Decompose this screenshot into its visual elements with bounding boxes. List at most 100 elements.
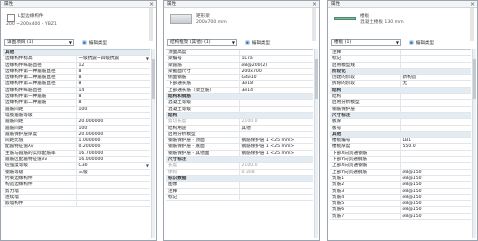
property-value[interactable]: ⌀8@150 xyxy=(401,182,472,187)
property-value[interactable] xyxy=(401,119,472,124)
property-value[interactable]: ⌀8@200(2) xyxy=(240,63,314,68)
property-value[interactable] xyxy=(401,126,472,131)
property-name: 上部通长筋（架立筋） xyxy=(166,87,240,94)
property-value[interactable]: 钢筋保护层 1 <25 mm> xyxy=(240,144,314,149)
properties-scrollbar[interactable] xyxy=(151,49,155,238)
close-icon[interactable]: × xyxy=(149,1,154,8)
property-value[interactable] xyxy=(77,189,151,194)
property-value[interactable]: 100 xyxy=(77,126,151,131)
property-value[interactable] xyxy=(240,182,314,187)
instance-filter-select[interactable]: 详图项目 (1) ▼ xyxy=(4,39,74,46)
instance-filter-value: 详图项目 (1) xyxy=(7,40,34,45)
property-value[interactable]: ⌀8@150 xyxy=(401,207,472,212)
property-value[interactable]: 14 xyxy=(77,88,151,93)
property-value[interactable]: 2100.0 xyxy=(240,119,314,124)
property-value[interactable] xyxy=(77,201,151,206)
property-row[interactable]: 标记 xyxy=(166,194,314,202)
type-family-name: 楼板 xyxy=(360,14,370,19)
property-value[interactable]: 200x700 xyxy=(240,69,314,74)
edit-type-button[interactable]: ▣ 编辑类型 xyxy=(409,40,434,46)
property-value[interactable]: ⌀8@150 xyxy=(401,189,472,194)
property-value[interactable]: 8 xyxy=(77,75,151,80)
property-row[interactable]: 嵌墙构件 xyxy=(3,201,151,208)
property-value[interactable]: 3⌀14 xyxy=(240,88,314,93)
property-value[interactable] xyxy=(240,195,314,200)
property-value[interactable]: 8 xyxy=(77,69,151,74)
property-value[interactable] xyxy=(240,50,314,55)
property-value[interactable] xyxy=(401,151,472,156)
property-value[interactable] xyxy=(240,107,314,112)
property-value[interactable]: LB1 xyxy=(401,138,472,143)
property-name: 箍筋保护层厚度 xyxy=(3,131,77,138)
property-value[interactable]: 0.308 xyxy=(240,170,314,175)
property-value[interactable]: ⌀8@150 xyxy=(401,214,472,219)
property-value[interactable]: 20.000000 xyxy=(77,132,151,137)
property-name: 间距比值 xyxy=(3,138,77,144)
instance-filter-select[interactable]: 楼板 (1) ▼ xyxy=(331,39,401,46)
property-value[interactable] xyxy=(240,189,314,194)
property-value[interactable]: 其他 xyxy=(240,126,314,131)
property-value[interactable]: 1.000000 xyxy=(77,138,151,143)
property-value[interactable] xyxy=(240,100,314,105)
properties-scrollbar[interactable] xyxy=(314,49,318,238)
close-icon[interactable]: × xyxy=(312,1,317,8)
property-value[interactable] xyxy=(401,163,472,168)
property-value[interactable]: 三级 xyxy=(77,170,151,175)
property-value[interactable]: 16.000000 xyxy=(77,157,151,162)
property-name: 注释 xyxy=(166,188,240,194)
type-selector-scrollbar[interactable] xyxy=(312,8,316,41)
panel-title: 属性 xyxy=(167,2,177,7)
property-value[interactable] xyxy=(77,182,151,187)
close-icon[interactable]: × xyxy=(470,1,475,8)
property-value[interactable]: 2100.0 xyxy=(240,163,314,168)
type-selector-scrollbar[interactable] xyxy=(149,8,153,41)
edit-type-button[interactable]: ▣ 编辑类型 xyxy=(245,40,270,46)
property-value[interactable] xyxy=(401,63,472,68)
property-value[interactable]: 20.000000 xyxy=(77,119,151,124)
property-value[interactable] xyxy=(77,195,151,200)
property-value[interactable]: 新构造 xyxy=(401,75,472,80)
property-value[interactable] xyxy=(401,157,472,162)
property-value[interactable]: 8 xyxy=(77,81,151,86)
property-value[interactable] xyxy=(401,56,472,61)
property-value[interactable]: 0.200000 xyxy=(77,144,151,149)
scrollbar-thumb[interactable] xyxy=(152,59,155,99)
property-value[interactable] xyxy=(401,100,472,105)
type-selector[interactable]: L型边缘构件 200 ~200x400 - YBZ1 xyxy=(1,8,156,41)
type-selector[interactable]: 矩形梁 200x700 mm xyxy=(164,8,319,41)
properties-scrollbar[interactable] xyxy=(472,49,476,238)
instance-filter-select[interactable]: 结构框架 (其他) (1) ▼ xyxy=(167,39,237,46)
property-value[interactable]: 1L7a xyxy=(240,56,314,61)
property-value[interactable]: ⌀8@150 xyxy=(401,201,472,206)
property-name: 注释 xyxy=(330,50,401,56)
property-value[interactable]: 12 xyxy=(77,63,151,68)
property-value[interactable]: 8 xyxy=(77,94,151,99)
property-value[interactable]: 550.0 xyxy=(401,144,472,149)
edit-type-button[interactable]: ▣ 编辑类型 xyxy=(82,40,107,46)
property-value[interactable]: C30 xyxy=(77,163,151,168)
property-value[interactable]: 8 xyxy=(77,100,151,105)
scrollbar-thumb[interactable] xyxy=(473,59,476,99)
type-selector[interactable]: 楼板 混凝土楼板 130 mm xyxy=(328,8,477,41)
property-value[interactable]: 3⌀18 xyxy=(240,81,314,86)
property-value[interactable]: ⌀8@150 xyxy=(401,176,472,181)
property-name: 约束边缘构件 xyxy=(3,175,77,182)
property-value[interactable] xyxy=(77,176,151,181)
property-value[interactable]: 无 xyxy=(401,81,472,86)
property-value[interactable] xyxy=(77,113,151,118)
property-value[interactable]: ⌀8@150 xyxy=(401,170,472,175)
type-selector-scrollbar[interactable] xyxy=(470,8,474,41)
property-value[interactable] xyxy=(401,50,472,55)
property-value[interactable] xyxy=(401,107,472,112)
property-value[interactable]: ⌀8@150 xyxy=(401,195,472,200)
property-value[interactable] xyxy=(401,94,472,99)
scrollbar-thumb[interactable] xyxy=(315,59,318,99)
property-value[interactable]: G4⌀10 xyxy=(240,75,314,80)
property-row[interactable]: 负筋7 ⌀8@150 xyxy=(330,213,472,221)
property-value[interactable]: 16.700000 xyxy=(77,151,151,156)
property-value[interactable] xyxy=(240,132,314,137)
property-value[interactable]: 一级抗震~四级抗震 xyxy=(77,56,151,61)
property-value[interactable]: 钢筋保护层 1 <25 mm> xyxy=(240,138,314,143)
property-value[interactable]: 100 xyxy=(77,107,151,112)
property-value[interactable]: 钢筋保护层 1 <25 mm> xyxy=(240,151,314,156)
